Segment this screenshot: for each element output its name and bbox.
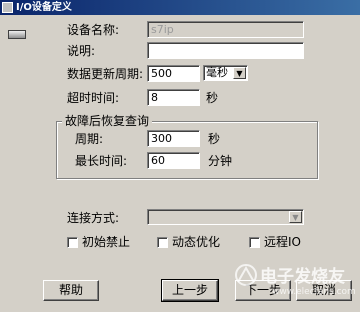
update-cycle-field[interactable]: 500 xyxy=(147,65,200,82)
description-label: 说明: xyxy=(67,44,96,58)
period-unit: 秒 xyxy=(208,132,221,146)
remote-io-checkbox[interactable] xyxy=(249,237,260,248)
update-cycle-unit-value: 毫秒 xyxy=(206,66,228,79)
dynamic-optimize-label: 动态优化 xyxy=(172,235,221,249)
recovery-group-title: 故障后恢复查询 xyxy=(62,113,153,129)
period-label: 周期: xyxy=(75,132,104,146)
connection-select[interactable]: ▼ xyxy=(147,209,304,225)
chevron-down-icon[interactable]: ▼ xyxy=(233,67,246,79)
timeout-label: 超时时间: xyxy=(67,91,120,105)
window-title: I/O设备定义 xyxy=(16,2,72,13)
remote-io-label: 远程IO xyxy=(264,235,301,249)
max-time-field[interactable]: 60 xyxy=(147,152,200,169)
period-field[interactable]: 300 xyxy=(147,130,200,147)
chevron-down-icon[interactable]: ▼ xyxy=(289,211,302,223)
max-time-label: 最长时间: xyxy=(75,154,128,168)
timeout-unit: 秒 xyxy=(206,91,219,105)
update-cycle-label: 数据更新周期: xyxy=(67,67,144,81)
help-button[interactable]: 帮助 xyxy=(43,280,99,301)
init-disable-label: 初始禁止 xyxy=(82,235,131,249)
timeout-field[interactable]: 8 xyxy=(147,89,200,106)
watermark-site: www.elecfans.com xyxy=(272,287,356,297)
watermark-logo: 电子发烧友 www.elecfans.com xyxy=(235,264,356,297)
init-disable-checkbox[interactable] xyxy=(67,237,78,248)
device-name-field[interactable]: s7ip xyxy=(147,21,304,38)
title-bar: I/O设备定义 xyxy=(0,0,360,15)
device-name-label: 设备名称: xyxy=(67,23,120,37)
max-time-unit: 分钟 xyxy=(208,154,233,168)
description-field[interactable] xyxy=(147,42,304,59)
update-cycle-unit-select[interactable]: 毫秒 ▼ xyxy=(203,65,248,81)
connection-label: 连接方式: xyxy=(67,211,120,225)
device-icon xyxy=(8,30,26,39)
dynamic-optimize-checkbox[interactable] xyxy=(157,237,168,248)
prev-button[interactable]: 上一步 xyxy=(161,279,219,302)
window-icon[interactable] xyxy=(2,2,13,13)
watermark-text: 电子发烧友 xyxy=(260,266,345,287)
